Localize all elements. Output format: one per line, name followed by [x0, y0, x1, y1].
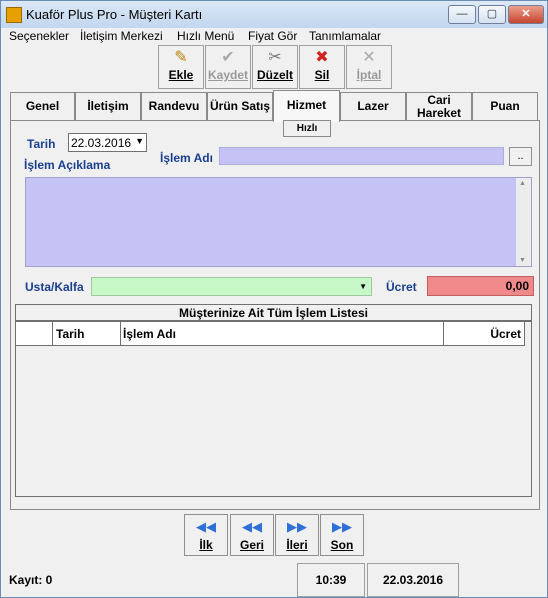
islem-aciklama-textarea[interactable]: ▲ ▼ [25, 177, 532, 267]
duzelt-label: Düzelt [257, 68, 293, 82]
islem-adi-label: İşlem Adı [160, 151, 213, 165]
ilk-button[interactable]: ◀◀ İlk [184, 514, 228, 556]
cancel-icon: ✕ [362, 49, 376, 66]
son-label: Son [330, 538, 354, 552]
window-title: Kuaför Plus Pro - Müşteri Kartı [26, 7, 203, 22]
kaydet-button[interactable]: ✔ Kaydet [205, 45, 251, 89]
tarih-label: Tarih [27, 137, 56, 151]
ucret-label: Ücret [386, 280, 417, 294]
hizli-button[interactable]: Hızlı [283, 120, 331, 137]
iptal-label: İptal [356, 68, 382, 82]
grid-row-header [16, 322, 53, 346]
usta-kalfa-select[interactable]: ▼ [91, 277, 372, 296]
chevron-down-icon[interactable]: ▼ [359, 282, 367, 291]
grid-title: Müşterinize Ait Tüm İşlem Listesi [15, 304, 532, 321]
maximize-button[interactable]: ▢ [478, 5, 506, 24]
geri-button[interactable]: ◀◀ Geri [230, 514, 274, 556]
geri-label: Geri [239, 538, 264, 552]
status-time: 10:39 [297, 563, 365, 597]
tarih-value: 22.03.2016 [71, 136, 132, 150]
delete-icon: ✖ [315, 49, 329, 66]
first-record-icon: ◀◀ [196, 519, 216, 534]
tab-lazer[interactable]: Lazer [340, 92, 406, 120]
ekle-label: Ekle [168, 68, 194, 82]
chevron-down-icon[interactable]: ▼ [135, 136, 144, 146]
iptal-button[interactable]: ✕ İptal [346, 45, 392, 89]
islem-aciklama-label: İşlem Açıklama [24, 158, 111, 172]
tab-puan[interactable]: Puan [472, 92, 538, 120]
tab-genel[interactable]: Genel [10, 92, 75, 120]
islem-adi-input[interactable] [219, 147, 504, 165]
menu-secenekler[interactable]: Seçenekler [9, 29, 69, 43]
textarea-scrollbar[interactable]: ▲ ▼ [516, 178, 531, 266]
tarih-date-picker[interactable]: 22.03.2016 ▼ [68, 133, 147, 152]
ilk-label: İlk [199, 538, 213, 552]
son-button[interactable]: ▶▶ Son [320, 514, 364, 556]
tab-hizmet[interactable]: Hizmet [273, 90, 340, 122]
islem-list-grid[interactable]: Tarih İşlem Adı Ücret [15, 321, 532, 497]
last-record-icon: ▶▶ [332, 519, 352, 534]
pencil-icon: ✎ [174, 49, 188, 66]
previous-icon: ◀◀ [242, 519, 262, 534]
status-bar: Kayıt: 0 10:39 22.03.2016 [1, 563, 547, 597]
tab-lazer-label: Lazer [357, 99, 389, 113]
tab-puan-label: Puan [490, 99, 520, 113]
title-bar: Kuaför Plus Pro - Müşteri Kartı — ▢ ✕ [1, 1, 547, 28]
tab-genel-label: Genel [25, 99, 60, 113]
close-button[interactable]: ✕ [508, 5, 544, 24]
menu-tanimlamalar[interactable]: Tanımlamalar [309, 29, 381, 43]
app-icon [6, 7, 22, 23]
ileri-button[interactable]: ▶▶ İleri [275, 514, 319, 556]
scroll-down-icon[interactable]: ▼ [519, 257, 526, 264]
ileri-label: İleri [286, 538, 308, 552]
ucret-input[interactable]: 0,00 [427, 276, 534, 296]
status-date: 22.03.2016 [367, 563, 459, 597]
column-islem-adi[interactable]: İşlem Adı [121, 322, 444, 346]
checkmark-icon: ✔ [221, 49, 235, 66]
column-ucret[interactable]: Ücret [444, 322, 525, 346]
tab-iletisim-label: İletişim [87, 99, 129, 113]
browse-button[interactable]: .. [509, 147, 532, 166]
usta-kalfa-label: Usta/Kalfa [25, 280, 84, 294]
next-icon: ▶▶ [287, 519, 307, 534]
tab-cari-hareket-label: Cari Hareket [416, 93, 462, 120]
menu-hizli-menu[interactable]: Hızlı Menü [177, 29, 234, 43]
minimize-button[interactable]: — [448, 5, 476, 24]
sil-button[interactable]: ✖ Sil [299, 45, 345, 89]
tab-hizmet-label: Hizmet [286, 98, 327, 112]
record-count: Kayıt: 0 [9, 573, 53, 587]
tab-randevu-label: Randevu [148, 99, 200, 113]
column-tarih[interactable]: Tarih [53, 322, 121, 346]
kaydet-label: Kaydet [207, 68, 248, 82]
tab-randevu[interactable]: Randevu [141, 92, 207, 120]
main-window: Kuaför Plus Pro - Müşteri Kartı — ▢ ✕ Se… [0, 0, 548, 598]
tab-iletisim[interactable]: İletişim [75, 92, 141, 120]
menu-iletisim-merkezi[interactable]: İletişim Merkezi [80, 29, 163, 43]
scroll-up-icon[interactable]: ▲ [519, 180, 526, 187]
sil-label: Sil [314, 68, 330, 82]
tab-urun-satis[interactable]: Ürün Satış [207, 92, 273, 120]
tab-urun-satis-label: Ürün Satış [209, 99, 270, 113]
menu-fiyat-gor[interactable]: Fiyat Gör [248, 29, 297, 43]
duzelt-button[interactable]: ✂ Düzelt [252, 45, 298, 89]
ekle-button[interactable]: ✎ Ekle [158, 45, 204, 89]
tools-icon: ✂ [268, 49, 282, 66]
menu-bar: Seçenekler İletişim Merkezi Hızlı Menü F… [1, 28, 547, 44]
tab-cari-hareket[interactable]: Cari Hareket [406, 92, 472, 120]
